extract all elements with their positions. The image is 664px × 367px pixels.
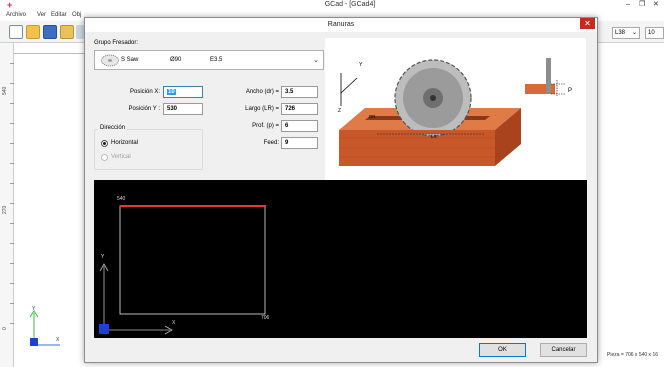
layer-select-value: L38 bbox=[615, 30, 626, 36]
preview-lr-label: LR bbox=[431, 134, 438, 139]
radio-horizontal-label[interactable]: Horizontal bbox=[111, 140, 138, 146]
ruler-tick bbox=[10, 263, 14, 264]
pos-x-label: Posición X: bbox=[129, 89, 160, 95]
ruler-label-0: 0 bbox=[2, 327, 8, 330]
dialog-title: Ranuras bbox=[327, 21, 355, 28]
ruler-tick bbox=[10, 63, 14, 64]
status-bar-text: Pieza = 706 x 540 x 16 bbox=[607, 352, 659, 358]
tool-group-label: Grupo Fresador: bbox=[94, 40, 139, 46]
chevron-down-icon: ⌄ bbox=[631, 30, 637, 36]
layer-spinner[interactable]: 10 bbox=[645, 27, 664, 39]
canvas-top-label: 540 bbox=[117, 196, 126, 202]
menu-editar[interactable]: Editar bbox=[51, 12, 67, 18]
workpiece-drawing bbox=[99, 205, 266, 335]
ruler-label-540: 540 bbox=[2, 86, 8, 95]
largo-label: Largo (LR) = bbox=[245, 106, 279, 112]
app-title: GCad - [GCad4] bbox=[324, 1, 376, 8]
preview-z-label: Z bbox=[338, 108, 341, 114]
pos-y-input[interactable]: 530 bbox=[163, 103, 203, 115]
cancel-button[interactable]: Cancelar bbox=[540, 343, 587, 357]
menu-archivo[interactable]: Archivo bbox=[6, 12, 26, 18]
workpiece-canvas[interactable]: 540 706 Y X bbox=[94, 180, 587, 338]
prof-input[interactable]: 6 bbox=[281, 120, 318, 132]
ruler-tick bbox=[10, 143, 14, 144]
new-file-icon[interactable] bbox=[9, 25, 23, 39]
largo-value: 726 bbox=[285, 106, 296, 112]
preview-dr-label: DR bbox=[369, 114, 376, 119]
chevron-down-icon: ⌄ bbox=[313, 57, 319, 64]
radio-vertical-label[interactable]: Vertical bbox=[111, 154, 131, 160]
ruler-label-270: 270 bbox=[2, 205, 8, 214]
tool-thickness: E3.5 bbox=[210, 57, 223, 63]
ancho-input[interactable]: 3.5 bbox=[281, 86, 318, 98]
tool-diameter: Ø90 bbox=[170, 57, 182, 63]
feed-label: Feed: bbox=[263, 140, 279, 146]
pos-x-value: 10 bbox=[167, 89, 176, 95]
pos-y-value: 530 bbox=[167, 106, 178, 112]
tool-name: S Saw bbox=[121, 57, 139, 63]
app-titlebar: + GCad - [GCad4] – ❐ ✕ bbox=[0, 0, 664, 11]
workpiece-outline bbox=[119, 205, 266, 315]
pos-y-label: Posición Y : bbox=[128, 106, 160, 112]
origin-marker bbox=[99, 324, 109, 334]
prof-value: 6 bbox=[285, 123, 289, 129]
app-logo-icon: + bbox=[7, 0, 13, 10]
feed-input[interactable]: 9 bbox=[281, 137, 318, 149]
slots-dialog: Ranuras ✕ Grupo Fresador: S Saw Ø90 E3.5… bbox=[84, 17, 598, 363]
save-icon[interactable] bbox=[43, 25, 57, 39]
ruler-tick bbox=[10, 303, 14, 304]
canvas-y-axis-label: Y bbox=[101, 254, 105, 260]
open-folder-icon[interactable] bbox=[26, 25, 40, 39]
dialog-close-button[interactable]: ✕ bbox=[580, 18, 595, 29]
ancho-value: 3.5 bbox=[285, 89, 294, 95]
radio-selected-dot bbox=[103, 142, 106, 145]
layer-spinner-value: 10 bbox=[648, 30, 655, 36]
ruler-tick bbox=[10, 283, 14, 284]
ruler-tick bbox=[10, 83, 14, 84]
feed-value: 9 bbox=[285, 140, 289, 146]
svg-text:X: X bbox=[56, 337, 60, 343]
radio-vertical[interactable] bbox=[101, 154, 108, 161]
prof-label: Prof. (p) = bbox=[252, 123, 279, 129]
ancho-label: Ancho (dr) = bbox=[245, 89, 279, 95]
menu-obj[interactable]: Obj bbox=[72, 12, 81, 18]
direction-label: Dirección bbox=[98, 125, 128, 131]
maximize-button[interactable]: ❐ bbox=[639, 0, 645, 10]
saw-illustration: Y Z DR LR P bbox=[338, 58, 572, 166]
saw-preview-image: Y Z DR LR P bbox=[325, 38, 586, 181]
tool-select[interactable]: S Saw Ø90 E3.5 ⌄ bbox=[94, 50, 324, 70]
preview-y-label: Y bbox=[359, 62, 363, 68]
ruler-tick bbox=[10, 163, 14, 164]
folder-icon[interactable] bbox=[60, 25, 74, 39]
ruler-tick bbox=[10, 123, 14, 124]
menu-ver[interactable]: Ver bbox=[37, 12, 46, 18]
ruler-tick bbox=[10, 103, 14, 104]
radio-horizontal[interactable] bbox=[101, 140, 108, 147]
pos-x-input[interactable]: 10 bbox=[163, 86, 203, 98]
ruler-tick bbox=[10, 323, 14, 324]
canvas-x-axis-label: X bbox=[172, 320, 176, 326]
tool-icon[interactable] bbox=[76, 25, 84, 39]
dialog-titlebar: Ranuras ✕ bbox=[85, 18, 597, 32]
svg-text:Y: Y bbox=[32, 306, 36, 312]
preview-p-label: P bbox=[568, 88, 572, 94]
saw-blade-icon bbox=[101, 54, 119, 67]
origin-axes-icon: Y X bbox=[29, 306, 60, 346]
ruler-tick bbox=[10, 183, 14, 184]
ruler-tick bbox=[10, 223, 14, 224]
direction-group bbox=[94, 129, 203, 170]
ruler-vertical: 540 270 0 bbox=[0, 43, 14, 367]
ruler-tick bbox=[10, 243, 14, 244]
largo-input[interactable]: 726 bbox=[281, 103, 318, 115]
ruler-tick bbox=[10, 203, 14, 204]
close-app-button[interactable]: ✕ bbox=[653, 0, 659, 10]
canvas-right-label: 706 bbox=[261, 315, 270, 321]
minimize-button[interactable]: – bbox=[626, 0, 630, 10]
ok-button[interactable]: OK bbox=[479, 343, 526, 357]
ruler-horizontal bbox=[14, 53, 84, 54]
layer-select[interactable]: L38 ⌄ bbox=[612, 27, 640, 39]
